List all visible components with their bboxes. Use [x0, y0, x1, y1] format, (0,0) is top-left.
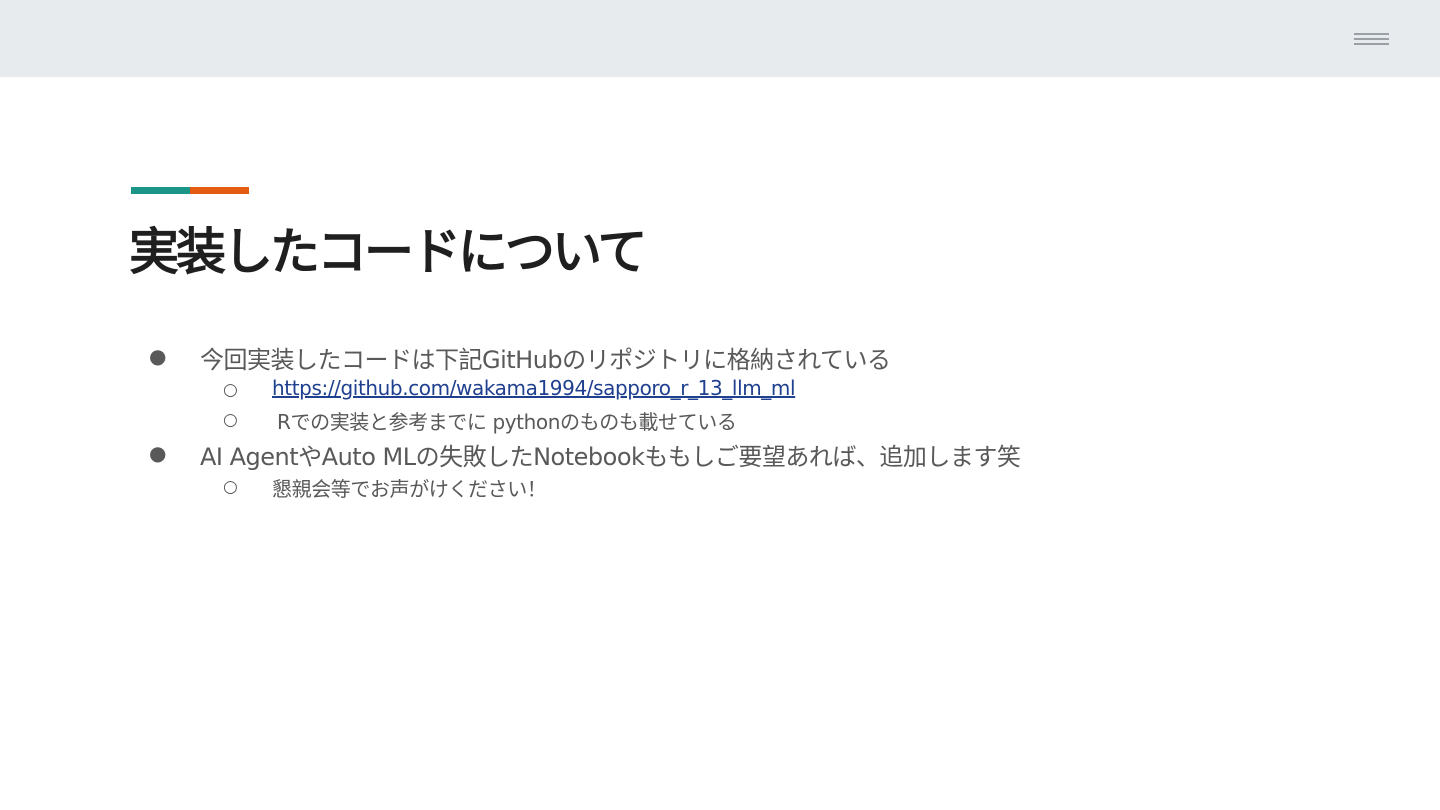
accent-bar-teal — [131, 187, 190, 194]
top-header-band — [0, 0, 1440, 77]
sub-bullet-marker: ○ — [223, 380, 238, 400]
accent-bar-orange — [190, 187, 249, 194]
slide-title: 実装したコードについて — [129, 223, 647, 281]
bullet-text-notebook: AI AgentやAuto MLの失敗したNotebookももしご要望あれば、追… — [200, 443, 1021, 471]
github-repo-link[interactable]: https://github.com/wakama1994/sapporo_r_… — [272, 376, 796, 400]
sub-bullet-text-implementation: Rでの実装と参考までに pythonのものも載せている — [277, 410, 737, 434]
sub-bullet-marker: ○ — [223, 410, 238, 430]
sub-bullet-text-social: 懇親会等でお声がけください！ — [272, 477, 547, 501]
bullet-marker: ● — [149, 441, 167, 465]
bullet-text-repository: 今回実装したコードは下記GitHubのリポジトリに格納されている — [200, 346, 891, 374]
sub-bullet-marker: ○ — [223, 477, 238, 497]
bullet-marker: ● — [149, 344, 167, 368]
hamburger-menu-icon[interactable] — [1354, 33, 1389, 45]
